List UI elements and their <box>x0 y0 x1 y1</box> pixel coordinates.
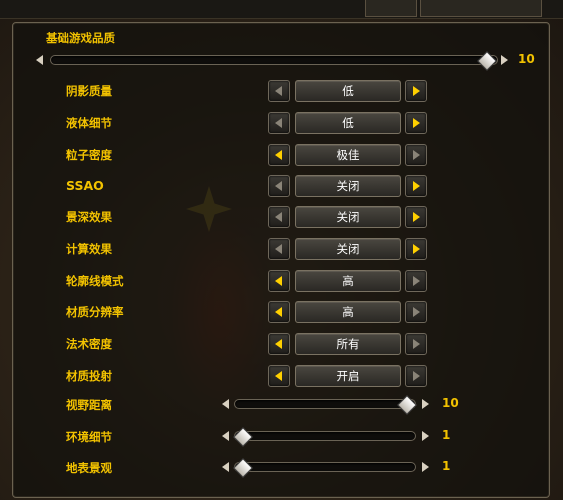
next-option-button[interactable] <box>405 206 427 228</box>
setting-label: 材质分辨率 <box>66 305 124 319</box>
setting-label: 环境细节 <box>66 430 112 444</box>
section-title: 基础游戏品质 <box>46 31 115 45</box>
slider-increase-icon[interactable] <box>422 462 429 472</box>
next-option-button[interactable] <box>405 112 427 134</box>
setting-label: 计算效果 <box>66 242 112 256</box>
arrow-right-icon <box>413 150 420 160</box>
slider-value: 1 <box>442 428 451 442</box>
previous-option-button[interactable] <box>268 112 290 134</box>
arrow-left-icon <box>275 150 282 160</box>
slider-track[interactable] <box>234 399 416 409</box>
setting-label: 材质投射 <box>66 369 112 383</box>
setting-label: 法术密度 <box>66 337 112 351</box>
setting-label: 轮廓线模式 <box>66 274 124 288</box>
arrow-right-icon <box>413 371 420 381</box>
slider-track[interactable] <box>234 462 416 472</box>
top-tab-strip <box>0 0 563 19</box>
previous-option-button[interactable] <box>268 270 290 292</box>
arrow-right-icon <box>413 276 420 286</box>
setting-label: 景深效果 <box>66 210 112 224</box>
setting-label: SSAO <box>66 178 104 193</box>
option-value-field[interactable]: 关闭 <box>295 238 401 260</box>
slider-increase-icon[interactable] <box>422 431 429 441</box>
arrow-left-icon <box>275 212 282 222</box>
setting-label: 液体细节 <box>66 116 112 130</box>
slider-increase-icon[interactable] <box>422 399 429 409</box>
option-value-field[interactable]: 关闭 <box>295 175 401 197</box>
previous-option-button[interactable] <box>268 238 290 260</box>
slider-decrease-icon[interactable] <box>222 399 229 409</box>
top-tab-button[interactable] <box>365 0 417 17</box>
setting-label: 阴影质量 <box>66 84 112 98</box>
next-option-button[interactable] <box>405 270 427 292</box>
slider-increase-icon[interactable] <box>501 55 508 65</box>
next-option-button[interactable] <box>405 80 427 102</box>
slider-value: 10 <box>518 52 535 66</box>
slider-track[interactable] <box>50 55 498 65</box>
next-option-button[interactable] <box>405 301 427 323</box>
arrow-right-icon <box>413 244 420 254</box>
arrow-right-icon <box>413 86 420 96</box>
previous-option-button[interactable] <box>268 206 290 228</box>
arrow-right-icon <box>413 307 420 317</box>
slider-value: 10 <box>442 396 459 410</box>
option-value-field[interactable]: 所有 <box>295 333 401 355</box>
arrow-left-icon <box>275 339 282 349</box>
arrow-right-icon <box>413 339 420 349</box>
slider-decrease-icon[interactable] <box>36 55 43 65</box>
next-option-button[interactable] <box>405 175 427 197</box>
option-value-field[interactable]: 极佳 <box>295 144 401 166</box>
previous-option-button[interactable] <box>268 80 290 102</box>
arrow-left-icon <box>275 307 282 317</box>
arrow-right-icon <box>413 118 420 128</box>
setting-label: 粒子密度 <box>66 148 112 162</box>
setting-label: 视野距离 <box>66 398 112 412</box>
arrow-right-icon <box>413 181 420 191</box>
next-option-button[interactable] <box>405 238 427 260</box>
arrow-left-icon <box>275 371 282 381</box>
previous-option-button[interactable] <box>268 144 290 166</box>
arrow-left-icon <box>275 181 282 191</box>
previous-option-button[interactable] <box>268 333 290 355</box>
arrow-left-icon <box>275 244 282 254</box>
arrow-right-icon <box>413 212 420 222</box>
arrow-left-icon <box>275 86 282 96</box>
slider-value: 1 <box>442 459 451 473</box>
slider-decrease-icon[interactable] <box>222 462 229 472</box>
option-value-field[interactable]: 开启 <box>295 365 401 387</box>
next-option-button[interactable] <box>405 144 427 166</box>
option-value-field[interactable]: 低 <box>295 80 401 102</box>
previous-option-button[interactable] <box>268 301 290 323</box>
previous-option-button[interactable] <box>268 175 290 197</box>
option-value-field[interactable]: 高 <box>295 270 401 292</box>
slider-decrease-icon[interactable] <box>222 431 229 441</box>
previous-option-button[interactable] <box>268 365 290 387</box>
option-value-field[interactable]: 高 <box>295 301 401 323</box>
arrow-left-icon <box>275 118 282 128</box>
option-value-field[interactable]: 低 <box>295 112 401 134</box>
arrow-left-icon <box>275 276 282 286</box>
setting-label: 地表景观 <box>66 461 112 475</box>
option-value-field[interactable]: 关闭 <box>295 206 401 228</box>
top-tab-button[interactable] <box>420 0 542 17</box>
next-option-button[interactable] <box>405 365 427 387</box>
next-option-button[interactable] <box>405 333 427 355</box>
slider-track[interactable] <box>234 431 416 441</box>
